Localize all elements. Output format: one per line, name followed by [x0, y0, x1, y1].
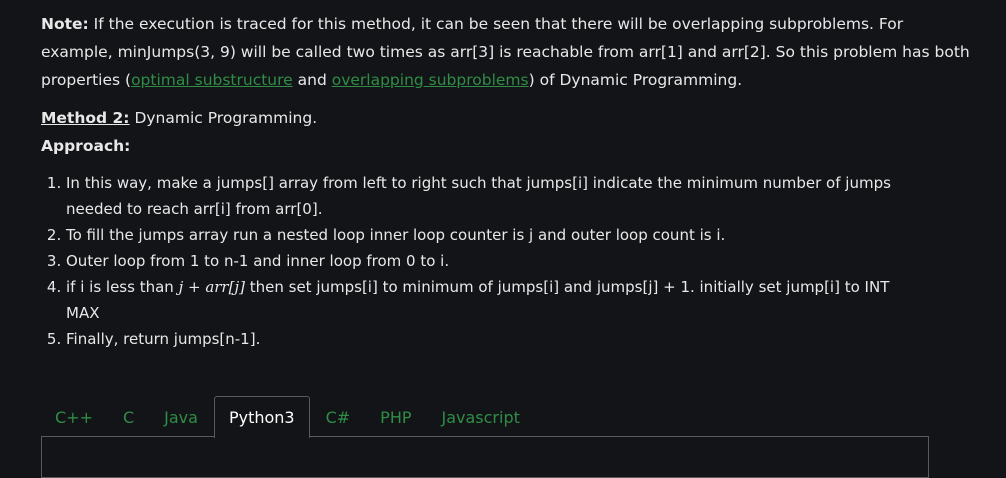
approach-heading: Approach: — [41, 137, 131, 155]
step-item: if i is less than j + arr[j] then set ju… — [66, 274, 926, 326]
tab-java[interactable]: Java — [150, 396, 212, 438]
tab-python3[interactable]: Python3 — [213, 396, 310, 438]
note-text-2: and — [292, 71, 332, 89]
code-block — [41, 436, 929, 478]
tab-javascript[interactable]: Javascript — [428, 396, 534, 438]
note-label: Note: — [41, 15, 89, 33]
tab-csharp[interactable]: C# — [312, 396, 365, 438]
step-item: Outer loop from 1 to n-1 and inner loop … — [66, 248, 926, 274]
tab-php[interactable]: PHP — [366, 396, 425, 438]
step-item: Finally, return jumps[n-1]. — [66, 326, 926, 352]
step-text-pre: if i is less than — [66, 278, 179, 296]
method-label: Method 2: — [41, 109, 130, 127]
step-math: j + arr[j] — [178, 278, 245, 296]
method-heading: Method 2: Dynamic Programming. — [41, 105, 317, 131]
step-item: In this way, make a jumps[] array from l… — [66, 170, 926, 222]
optimal-substructure-link[interactable]: optimal substructure — [131, 71, 293, 89]
step-item: To fill the jumps array run a nested loo… — [66, 222, 926, 248]
approach-steps-list: In this way, make a jumps[] array from l… — [41, 170, 926, 352]
tab-c[interactable]: C — [109, 396, 148, 438]
note-text-3: ) of Dynamic Programming. — [528, 71, 743, 89]
code-language-tabs: C++ C Java Python3 C# PHP Javascript — [41, 396, 536, 438]
method-text: Dynamic Programming. — [129, 109, 318, 127]
overlapping-subproblems-link[interactable]: overlapping subproblems — [332, 71, 529, 89]
note-paragraph: Note: If the execution is traced for thi… — [41, 10, 971, 94]
tab-cpp[interactable]: C++ — [41, 396, 107, 438]
